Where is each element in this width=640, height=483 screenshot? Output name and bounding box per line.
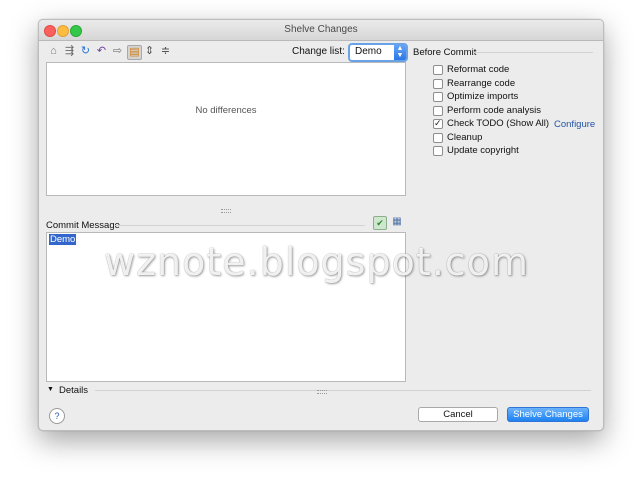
change-list-label: Change list:: [292, 46, 345, 57]
check-todo-checkbox[interactable]: ✓: [433, 118, 443, 129]
cancel-button[interactable]: Cancel: [418, 407, 498, 422]
details-label: Details: [59, 385, 89, 396]
splitter-handle[interactable]: [221, 209, 231, 213]
commit-message-text: Demo: [49, 234, 77, 245]
window-title: Shelve Changes: [284, 24, 358, 35]
forward-icon[interactable]: ⇨: [111, 45, 124, 58]
reformat-code-checkbox[interactable]: [433, 65, 443, 75]
refresh-icon[interactable]: ↻: [79, 45, 92, 58]
checkmark-icon: ✓: [434, 118, 442, 128]
no-differences-text: No differences: [195, 105, 257, 116]
option-label: Optimize imports: [447, 91, 519, 102]
update-copyright-checkbox[interactable]: [433, 146, 443, 156]
diff-panel: No differences: [46, 62, 406, 196]
shelve-changes-button[interactable]: Shelve Changes: [507, 407, 589, 422]
option-label: Update copyright: [447, 145, 519, 156]
commit-template-icon[interactable]: ▦: [391, 216, 403, 228]
cleanup-checkbox[interactable]: [433, 133, 443, 143]
before-commit-title: Before Commit: [413, 47, 477, 58]
change-list-select[interactable]: Demo ▲ ▼: [348, 43, 408, 62]
revert-icon[interactable]: ↶: [95, 45, 108, 58]
commit-message-history-icon[interactable]: ✔: [373, 216, 387, 230]
home-icon[interactable]: ⌂: [47, 45, 60, 58]
commit-message-divider: [115, 225, 365, 226]
details-divider: [95, 390, 591, 391]
option-label: Check TODO (Show All): [447, 118, 550, 129]
diff-view-icon[interactable]: ▤: [127, 45, 142, 60]
configure-link[interactable]: Configure: [554, 119, 595, 130]
option-label: Reformat code: [447, 64, 510, 75]
watermark-text: wznote.blogspot.com: [104, 240, 530, 284]
title-bar: Shelve Changes: [39, 20, 603, 41]
perform-code-analysis-checkbox[interactable]: [433, 106, 443, 116]
option-label: Perform code analysis: [447, 105, 541, 116]
option-label: Cleanup: [447, 132, 483, 143]
before-commit-divider: [473, 52, 593, 53]
triangle-down-icon: ▼: [47, 386, 54, 393]
option-label: Rearrange code: [447, 78, 516, 89]
shelve-changes-dialog: Shelve Changes ⌂ ⇶ ↻ ↶ ⇨ ▤ ⇕ ≑ Change li…: [38, 19, 604, 431]
collapse-icon[interactable]: ≑: [159, 45, 172, 58]
merge-icon[interactable]: ⇶: [63, 45, 76, 58]
details-splitter-handle[interactable]: [317, 390, 327, 394]
change-list-value: Demo: [355, 46, 382, 57]
expand-icon[interactable]: ⇕: [143, 45, 156, 58]
rearrange-code-checkbox[interactable]: [433, 79, 443, 89]
chevron-up-down-icon: ▲ ▼: [394, 45, 406, 60]
optimize-imports-checkbox[interactable]: [433, 92, 443, 102]
commit-message-label: Commit Message: [46, 220, 120, 231]
help-button[interactable]: ?: [49, 408, 65, 424]
